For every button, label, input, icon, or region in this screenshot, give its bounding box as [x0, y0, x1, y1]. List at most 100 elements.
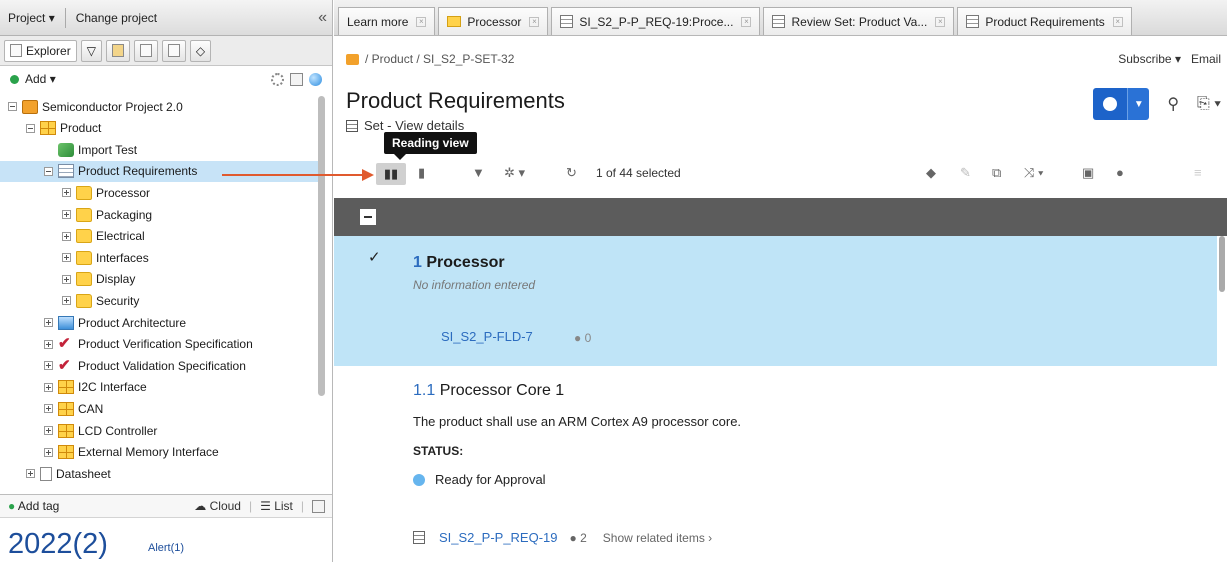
- tree-item[interactable]: CAN: [44, 398, 103, 419]
- collapse-icon[interactable]: [26, 123, 35, 133]
- expand-all-icon[interactable]: [290, 72, 303, 86]
- tree-item[interactable]: Product Architecture: [44, 312, 186, 333]
- lock-icon[interactable]: ▣: [1082, 165, 1094, 181]
- expand-icon[interactable]: [44, 382, 53, 392]
- tree-item[interactable]: ✔ Product Validation Specification: [44, 355, 246, 376]
- tag-action-icon[interactable]: ◆: [926, 165, 936, 181]
- tree-item[interactable]: Security: [62, 290, 139, 311]
- expand-icon[interactable]: [44, 426, 53, 435]
- tree-item[interactable]: Datasheet: [26, 463, 111, 484]
- project-menu[interactable]: Project ▾: [8, 11, 55, 25]
- tab-item[interactable]: Processor ×: [438, 7, 549, 35]
- document-tab[interactable]: [161, 39, 186, 62]
- tree-item[interactable]: Electrical: [62, 226, 145, 247]
- tab-label: SI_S2_P-P_REQ-19:Proce...: [579, 14, 734, 29]
- filter-icon[interactable]: ▼: [472, 165, 485, 180]
- expand-icon[interactable]: [44, 404, 53, 414]
- comment-count[interactable]: ● 0: [574, 331, 591, 345]
- item-title[interactable]: 1.1 Processor Core 1: [413, 382, 564, 400]
- tree-item[interactable]: Product Requirements: [0, 160, 318, 182]
- tree-item[interactable]: Display: [62, 269, 135, 290]
- add-item-button[interactable]: ▼: [1093, 88, 1150, 120]
- grid-view-tab[interactable]: [105, 39, 130, 62]
- tree-scrollbar[interactable]: [318, 96, 326, 396]
- explorer-tab[interactable]: Explorer: [4, 39, 77, 62]
- settings-icon[interactable]: [271, 72, 284, 86]
- close-icon[interactable]: ×: [416, 16, 427, 27]
- comment-count[interactable]: ● 2: [570, 531, 587, 545]
- expand-icon[interactable]: [62, 274, 71, 284]
- collapse-panel-icon[interactable]: «: [318, 9, 327, 27]
- tree-item[interactable]: ✔ Product Verification Specification: [44, 334, 253, 355]
- change-project-link[interactable]: Change project: [76, 11, 157, 25]
- tree-item[interactable]: Packaging: [62, 204, 152, 225]
- collapse-all-checkbox[interactable]: [360, 209, 376, 225]
- expand-icon[interactable]: [62, 296, 71, 306]
- tab-item[interactable]: Learn more ×: [338, 7, 436, 35]
- tree-item-label: Product Verification Specification: [78, 337, 253, 352]
- edit-icon[interactable]: ✎: [960, 165, 971, 181]
- content-scrollbar[interactable]: [1219, 236, 1225, 292]
- item-id-link[interactable]: SI_S2_P-P_REQ-19: [439, 530, 558, 545]
- tree-item[interactable]: Semiconductor Project 2.0: [8, 96, 183, 117]
- batch-icon[interactable]: ⤨ ▾: [1024, 165, 1043, 181]
- expand-icon[interactable]: [62, 231, 71, 241]
- divider: |: [248, 499, 253, 513]
- list-item-selected[interactable]: ✓ 1 Processor No information entered SI_…: [334, 236, 1217, 366]
- folder-icon: [447, 16, 462, 27]
- relationship-icon[interactable]: ⚲: [1167, 94, 1179, 114]
- expand-icon[interactable]: [44, 339, 53, 349]
- tree-item[interactable]: Import Test: [44, 139, 137, 160]
- expand-icon[interactable]: [44, 318, 53, 327]
- filter-tab[interactable]: ▽: [80, 39, 102, 62]
- tree-item[interactable]: LCD Controller: [44, 420, 157, 441]
- close-icon[interactable]: ×: [1112, 16, 1123, 27]
- window-tab[interactable]: [133, 39, 158, 62]
- reading-view-button[interactable]: ▮▮: [376, 163, 406, 185]
- tab-item[interactable]: SI_S2_P-P_REQ-19:Proce... ×: [551, 7, 761, 35]
- tag-alert[interactable]: Alert(1): [148, 542, 184, 554]
- cloud-view-button[interactable]: ☁ Cloud: [194, 499, 241, 513]
- add-menu[interactable]: Add ▾: [25, 72, 56, 86]
- checkmark-icon[interactable]: ✓: [368, 248, 381, 266]
- subscribe-menu[interactable]: Subscribe ▾: [1118, 52, 1181, 66]
- tree-item[interactable]: Product: [26, 118, 101, 139]
- expand-icon[interactable]: [62, 253, 71, 263]
- tag-tab[interactable]: ◇: [189, 39, 212, 62]
- close-icon[interactable]: ×: [529, 16, 540, 27]
- collapse-icon[interactable]: [8, 102, 17, 111]
- tree-item[interactable]: External Memory Interface: [44, 442, 219, 463]
- document-view-icon[interactable]: ▮: [418, 165, 425, 181]
- delete-icon[interactable]: ●: [1116, 165, 1124, 180]
- expand-icon[interactable]: [62, 188, 71, 198]
- collapse-icon[interactable]: [44, 166, 53, 176]
- tab-item[interactable]: Review Set: Product Va... ×: [763, 7, 955, 35]
- tab-item[interactable]: Product Requirements ×: [957, 7, 1132, 35]
- list-view-button[interactable]: ☰ List: [260, 499, 293, 513]
- export-icon[interactable]: ⎘ ▾: [1197, 95, 1221, 113]
- view-details-link[interactable]: Set - View details: [364, 118, 464, 133]
- chevron-down-icon[interactable]: ▼: [1127, 88, 1150, 120]
- tag-year[interactable]: 2022(2): [8, 528, 108, 561]
- tree-item-label: Import Test: [78, 142, 138, 157]
- close-icon[interactable]: ×: [741, 16, 752, 27]
- close-icon[interactable]: ×: [935, 16, 946, 27]
- tag-settings-icon[interactable]: [312, 499, 325, 513]
- show-related-link[interactable]: Show related items ›: [603, 531, 712, 545]
- email-link[interactable]: Email: [1191, 52, 1221, 66]
- add-tag-link[interactable]: ● Add tag: [8, 499, 59, 513]
- item-title[interactable]: 1 Processor: [413, 254, 505, 272]
- expand-icon[interactable]: [62, 210, 71, 219]
- tree-item[interactable]: Interfaces: [62, 247, 149, 268]
- expand-icon[interactable]: [44, 361, 53, 371]
- sync-icon[interactable]: [309, 72, 322, 86]
- refresh-icon[interactable]: ↻: [566, 165, 577, 181]
- expand-icon[interactable]: [44, 447, 53, 457]
- reuse-icon[interactable]: ⧉: [992, 165, 1001, 181]
- more-icon[interactable]: ≡: [1194, 165, 1202, 180]
- tree-item[interactable]: Processor: [62, 182, 150, 203]
- settings-gear-icon[interactable]: ✲ ▾: [504, 165, 525, 181]
- tree-item[interactable]: I2C Interface: [44, 377, 147, 398]
- expand-icon[interactable]: [26, 469, 35, 479]
- item-id-link[interactable]: SI_S2_P-FLD-7: [441, 329, 533, 344]
